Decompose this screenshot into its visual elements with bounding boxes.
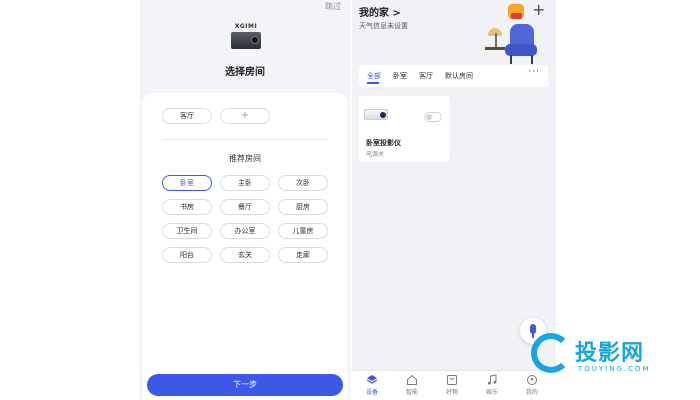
room-chip-hallway[interactable]: 走廊	[278, 247, 328, 263]
selected-room-chip[interactable]: 客厅	[162, 108, 212, 124]
room-chip-balcony[interactable]: 阳台	[162, 247, 212, 263]
projector-lens	[380, 112, 386, 118]
home-icon	[407, 374, 417, 385]
room-chip-kids-room[interactable]: 儿童房	[278, 223, 328, 239]
choose-room-screen: 跳过 XGIMI 选择房间 客厅 + 推荐房间 卧室 主卧 次卧 书房 餐厅 厨…	[140, 0, 350, 400]
room-chip-master-bedroom[interactable]: 主卧	[220, 175, 270, 191]
room-card: 客厅 + 推荐房间 卧室 主卧 次卧 书房 餐厅 厨房 卫生间 办公室 儿童房 …	[142, 93, 348, 400]
nav-label: 智能	[405, 389, 418, 396]
nav-label: 我的	[525, 389, 538, 396]
room-chip-office[interactable]: 办公室	[220, 223, 270, 239]
room-chip-bedroom[interactable]: 卧室	[162, 175, 212, 191]
device-status: 电源关	[366, 151, 385, 158]
screenshot: 跳过 XGIMI 选择房间 客厅 + 推荐房间 卧室 主卧 次卧 书房 餐厅 厨…	[0, 0, 700, 400]
nav-label: 好物	[445, 389, 458, 396]
armchair-leg	[531, 55, 533, 64]
active-tab-indicator	[367, 82, 379, 84]
device-name: 卧室投影仪	[366, 139, 401, 147]
projector-icon	[364, 109, 388, 120]
toggle-knob	[426, 114, 432, 120]
tab-bedroom[interactable]: 卧室	[393, 71, 407, 81]
projector-lens	[251, 36, 259, 44]
page-title: 选择房间	[225, 67, 265, 78]
watermark-logo-icon	[531, 333, 571, 373]
next-button[interactable]: 下一步	[147, 374, 343, 396]
projector-illustration: XGIMI	[231, 23, 261, 49]
skip-button[interactable]: 跳过	[325, 1, 341, 12]
tab-living-room[interactable]: 客厅	[419, 71, 433, 81]
side-table-illustration	[485, 47, 505, 50]
home-selector[interactable]: 我的家 >	[359, 4, 401, 19]
nav-entertainment[interactable]: 娱乐	[472, 374, 512, 396]
room-chip-bathroom[interactable]: 卫生间	[162, 223, 212, 239]
watermark-text: 投影网	[575, 341, 645, 366]
nav-label: 娱乐	[485, 389, 498, 396]
watermark-url: TOUYING.COM	[578, 365, 651, 373]
bag-icon	[447, 375, 457, 385]
armchair-leg	[510, 55, 512, 64]
projector-body	[231, 32, 261, 49]
add-room-button[interactable]: +	[220, 108, 270, 124]
layers-icon	[366, 375, 378, 384]
brand-logo: XGIMI	[234, 23, 258, 30]
nav-devices[interactable]: 设备	[352, 374, 392, 396]
power-toggle[interactable]	[424, 112, 442, 122]
device-card[interactable]: 卧室投影仪 电源关	[359, 96, 450, 162]
room-tabs: 全部 卧室 客厅 默认房间 ···	[359, 65, 548, 87]
add-device-button[interactable]: +	[532, 0, 545, 19]
tab-all[interactable]: 全部	[367, 71, 381, 81]
room-chip-entrance[interactable]: 玄关	[220, 247, 270, 263]
more-icon[interactable]: ···	[528, 67, 540, 77]
nav-goods[interactable]: 好物	[432, 374, 472, 396]
weather-info[interactable]: 天气信息未设置	[359, 21, 408, 31]
tab-default-room[interactable]: 默认房间	[445, 71, 473, 81]
gift-badge-tag	[511, 13, 522, 19]
room-chip-dining[interactable]: 餐厅	[220, 199, 270, 215]
room-chip-kitchen[interactable]: 厨房	[278, 199, 328, 215]
recommend-title: 推荐房间	[229, 154, 261, 163]
music-icon	[487, 374, 497, 385]
room-chip-study[interactable]: 书房	[162, 199, 212, 215]
watermark: 投影网 TOUYING.COM	[525, 330, 685, 380]
nav-label: 设备	[365, 389, 378, 396]
nav-smart[interactable]: 智能	[392, 374, 432, 396]
room-chip-second-bedroom[interactable]: 次卧	[278, 175, 328, 191]
divider	[164, 139, 328, 140]
